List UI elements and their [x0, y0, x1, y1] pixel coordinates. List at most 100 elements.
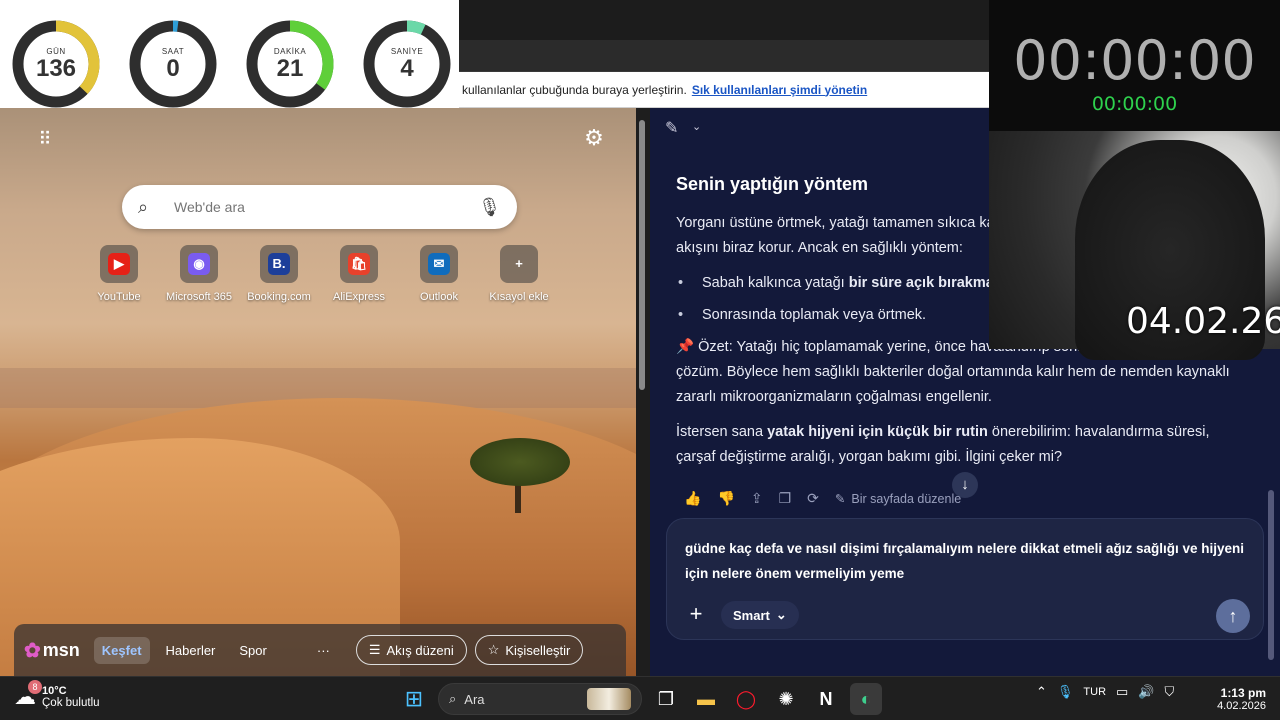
mode-selector[interactable]: Smart ⌄: [721, 601, 799, 629]
background-tree: [470, 438, 570, 486]
language-indicator[interactable]: TUR: [1083, 686, 1106, 698]
youtube-icon: ▶: [108, 253, 130, 275]
msn-feed-bar: ✿ msn Keşfet Haberler Spor ··· ☰ Akış düze…: [14, 624, 626, 676]
add-attachment-icon[interactable]: +: [681, 600, 711, 630]
quick-link-label: Kısayol ekle: [489, 291, 549, 303]
task-view-icon[interactable]: ❐: [650, 683, 682, 715]
edge-icon[interactable]: ◐: [850, 683, 882, 715]
windows-start-icon[interactable]: ⊞: [398, 683, 430, 715]
bullet-bold-text: bir süre açık bırakmak: [848, 275, 1002, 291]
tab-kesfet[interactable]: Keşfet: [93, 636, 150, 664]
volume-icon[interactable]: 🔊: [1138, 684, 1154, 700]
personalize-button[interactable]: ☆ Kişiselleştir: [474, 635, 584, 665]
quick-link-tile: +: [500, 245, 538, 283]
notion-icon[interactable]: N: [810, 683, 842, 715]
ntp-scrollbar-thumb[interactable]: [639, 120, 645, 390]
pencil-icon: ✎: [834, 492, 846, 506]
copy-icon[interactable]: ❐: [779, 490, 792, 507]
display-icon[interactable]: ▭: [1116, 684, 1128, 700]
apps-grid-icon[interactable]: ⠿: [34, 128, 56, 150]
ring-value: 4: [400, 54, 414, 82]
edit-in-page-label: Bir sayfada düzenle: [851, 491, 962, 506]
msn-logo-text: msn: [42, 639, 80, 660]
shield-icon[interactable]: ⛉: [1165, 684, 1175, 700]
quick-link[interactable]: + Kısayol ekle: [479, 245, 559, 303]
regenerate-icon[interactable]: ⟳: [807, 490, 819, 507]
stopwatch-main: 00:00:00: [1013, 29, 1256, 92]
copilot-scrollbar[interactable]: [1268, 490, 1274, 660]
weather-widget[interactable]: ☁ 8 10°C Çok bulutlu: [14, 680, 100, 710]
sparkle-star-icon: ☆: [487, 642, 500, 657]
manage-favorites-link[interactable]: Sık kullanılanları şimdi yönetin: [692, 83, 867, 97]
quick-link[interactable]: B. Booking.com: [239, 245, 319, 303]
chat-input-text[interactable]: güdne kaç defa ve nasıl dişimi fırçalama…: [685, 536, 1245, 586]
quick-link[interactable]: ✉ Outlook: [399, 245, 479, 303]
quick-link[interactable]: ▶ YouTube: [79, 245, 159, 303]
new-tab-page: ⠿ ⚙ ⌕ 🎙 ▶ YouTube◉ Microsoft 365B. Booki…: [0, 108, 640, 676]
send-arrow-icon[interactable]: ↑: [1216, 599, 1250, 633]
microsoft365-icon: ◉: [188, 253, 210, 275]
countdown-ring: DAKİKA 21: [243, 17, 337, 111]
countdown-ring: GÜN 136: [9, 17, 103, 111]
aliexpress-icon: 🛍: [348, 253, 370, 275]
search-highlight-image: [587, 688, 631, 710]
quick-link[interactable]: ◉ Microsoft 365: [159, 245, 239, 303]
system-tray: ⌃ 🎙 TUR ▭ 🔊 ⛉: [1036, 684, 1174, 700]
system-clock[interactable]: 1:13 pm 4.02.2026: [1210, 686, 1266, 712]
quick-link-label: AliExpress: [333, 291, 385, 303]
msn-butterfly-icon: ✿: [24, 639, 41, 662]
ring-value: 136: [35, 54, 77, 82]
new-chat-compose-icon[interactable]: ✎: [665, 118, 678, 138]
feed-layout-button[interactable]: ☰ Akış düzeni: [355, 635, 467, 665]
favorites-bar-text: kullanılanlar çubuğunda buraya yerleştir…: [462, 82, 687, 97]
taskbar-search-label: Ara: [464, 691, 485, 707]
more-tabs-button[interactable]: ···: [309, 637, 338, 664]
edit-in-page-button[interactable]: ✎ Bir sayfada düzenle: [834, 491, 962, 507]
msn-logo[interactable]: ✿ msn: [24, 638, 80, 663]
cloud-icon: ☁ 8: [14, 680, 42, 710]
chatgpt-icon[interactable]: ✺: [770, 683, 802, 715]
quick-link-label: YouTube: [97, 291, 141, 303]
microphone-icon[interactable]: 🎙: [1057, 684, 1074, 700]
quick-link-tile: ◉: [180, 245, 218, 283]
tab-haberler[interactable]: Haberler: [158, 637, 224, 664]
quick-link-tile: B.: [260, 245, 298, 283]
quick-link-tile: ▶: [100, 245, 138, 283]
personalize-label: Kişiselleştir: [505, 642, 571, 658]
clock-time: 1:13 pm: [1220, 686, 1266, 700]
ring-value: 0: [166, 54, 180, 82]
file-explorer-icon[interactable]: ▬: [690, 683, 722, 715]
web-search-box[interactable]: ⌕ 🎙: [122, 185, 517, 229]
taskbar-search[interactable]: ⌕ Ara: [438, 683, 642, 715]
notification-badge: 8: [28, 680, 42, 694]
chevron-down-icon[interactable]: ⌄: [692, 120, 701, 133]
tab-spor[interactable]: Spor: [231, 637, 274, 664]
quick-link-tile: 🛍: [340, 245, 378, 283]
quick-link[interactable]: 🛍 AliExpress: [319, 245, 399, 303]
quick-link-tile: ✉: [420, 245, 458, 283]
chevron-up-icon[interactable]: ⌃: [1036, 684, 1047, 700]
thumbs-down-icon[interactable]: 👎: [717, 490, 734, 507]
outlook-icon: ✉: [428, 253, 450, 275]
chevron-down-icon: ⌄: [775, 607, 787, 622]
share-icon[interactable]: ⇪: [751, 490, 763, 507]
response-offer: İstersen sana yatak hijyeni için küçük b…: [676, 420, 1246, 470]
search-icon: ⌕: [138, 196, 149, 217]
bullet-text: Sabah kalkınca yatağı: [702, 275, 849, 291]
offer-bold-text: yatak hijyeni için küçük bir rutin: [767, 424, 988, 440]
sliders-icon: ☰: [368, 642, 381, 657]
weather-condition: Çok bulutlu: [42, 697, 100, 709]
web-search-input[interactable]: [174, 199, 479, 215]
pin-icon: 📌: [676, 339, 695, 355]
mode-label: Smart: [733, 607, 770, 623]
stopwatch-sub: 00:00:00: [1091, 93, 1178, 115]
opera-icon[interactable]: ◯: [730, 683, 762, 715]
countdown-ring: SANİYE 4: [360, 17, 454, 111]
microphone-icon[interactable]: 🎙: [478, 197, 501, 218]
add-shortcut-icon: +: [515, 256, 523, 271]
page-settings-gear-icon[interactable]: ⚙: [582, 126, 606, 150]
quick-link-label: Booking.com: [247, 291, 311, 303]
clock-date: 4.02.2026: [1217, 700, 1266, 712]
thumbs-up-icon[interactable]: 👍: [684, 490, 701, 507]
countdown-ring: SAAT 0: [126, 17, 220, 111]
